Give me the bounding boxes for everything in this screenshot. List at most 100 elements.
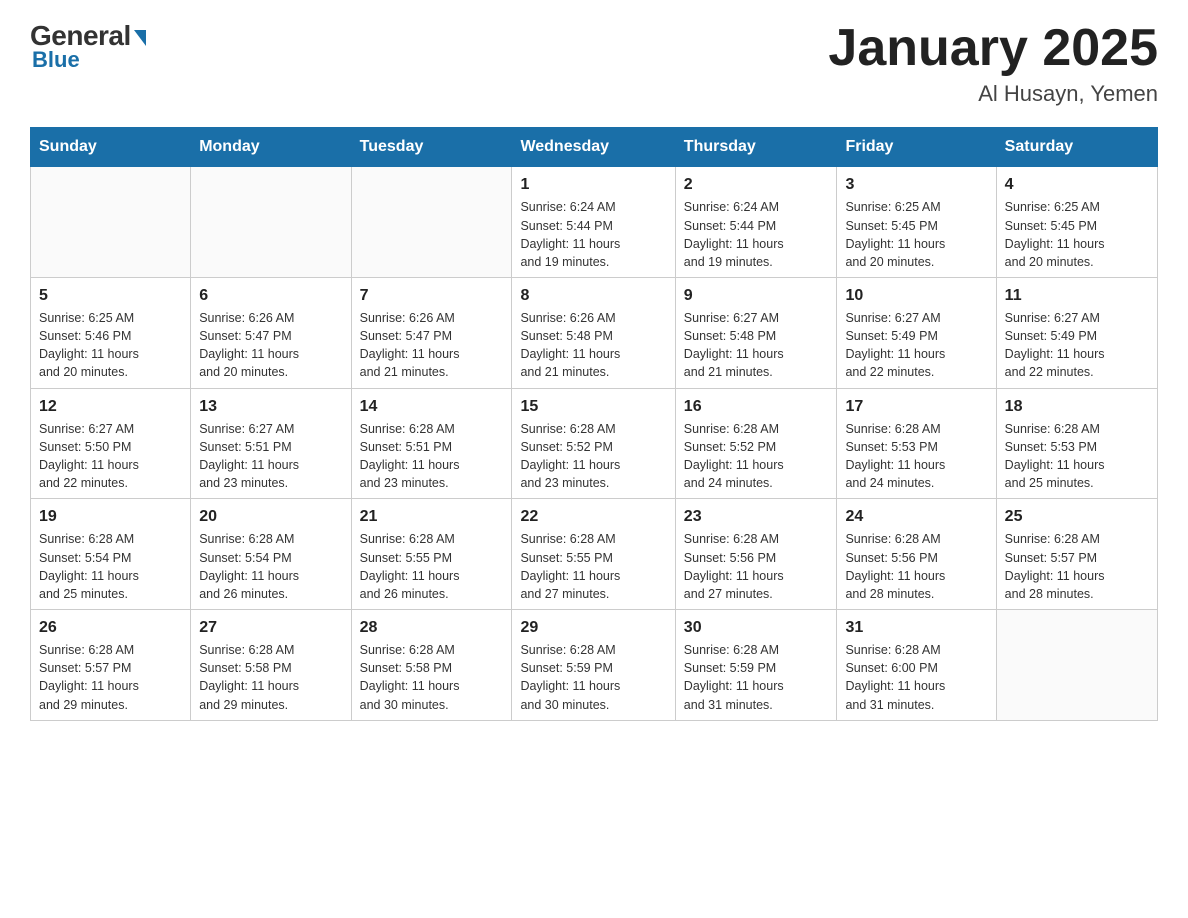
day-info: Sunrise: 6:27 AM Sunset: 5:48 PM Dayligh…: [684, 309, 829, 382]
day-info: Sunrise: 6:28 AM Sunset: 5:53 PM Dayligh…: [845, 420, 987, 493]
day-number: 12: [39, 395, 182, 418]
calendar-cell-2-1: 5Sunrise: 6:25 AM Sunset: 5:46 PM Daylig…: [31, 277, 191, 388]
calendar-cell-5-2: 27Sunrise: 6:28 AM Sunset: 5:58 PM Dayli…: [191, 609, 351, 720]
day-info: Sunrise: 6:28 AM Sunset: 5:54 PM Dayligh…: [199, 530, 342, 603]
day-info: Sunrise: 6:28 AM Sunset: 5:57 PM Dayligh…: [39, 641, 182, 714]
calendar-cell-5-6: 31Sunrise: 6:28 AM Sunset: 6:00 PM Dayli…: [837, 609, 996, 720]
day-info: Sunrise: 6:28 AM Sunset: 5:55 PM Dayligh…: [360, 530, 504, 603]
day-number: 20: [199, 505, 342, 528]
calendar-cell-4-5: 23Sunrise: 6:28 AM Sunset: 5:56 PM Dayli…: [675, 499, 837, 610]
calendar-cell-4-7: 25Sunrise: 6:28 AM Sunset: 5:57 PM Dayli…: [996, 499, 1157, 610]
day-number: 25: [1005, 505, 1149, 528]
day-info: Sunrise: 6:28 AM Sunset: 5:52 PM Dayligh…: [520, 420, 666, 493]
day-number: 16: [684, 395, 829, 418]
calendar-cell-3-3: 14Sunrise: 6:28 AM Sunset: 5:51 PM Dayli…: [351, 388, 512, 499]
page-header: General Blue January 2025 Al Husayn, Yem…: [30, 20, 1158, 107]
day-info: Sunrise: 6:28 AM Sunset: 5:57 PM Dayligh…: [1005, 530, 1149, 603]
calendar-cell-1-3: [351, 167, 512, 278]
day-info: Sunrise: 6:27 AM Sunset: 5:49 PM Dayligh…: [845, 309, 987, 382]
day-info: Sunrise: 6:28 AM Sunset: 5:58 PM Dayligh…: [360, 641, 504, 714]
col-thursday: Thursday: [675, 128, 837, 167]
calendar-cell-2-7: 11Sunrise: 6:27 AM Sunset: 5:49 PM Dayli…: [996, 277, 1157, 388]
day-number: 3: [845, 173, 987, 196]
calendar-cell-4-6: 24Sunrise: 6:28 AM Sunset: 5:56 PM Dayli…: [837, 499, 996, 610]
logo-blue-text: Blue: [32, 47, 80, 73]
day-info: Sunrise: 6:27 AM Sunset: 5:51 PM Dayligh…: [199, 420, 342, 493]
calendar-week-row-2: 5Sunrise: 6:25 AM Sunset: 5:46 PM Daylig…: [31, 277, 1158, 388]
calendar-cell-4-1: 19Sunrise: 6:28 AM Sunset: 5:54 PM Dayli…: [31, 499, 191, 610]
day-number: 23: [684, 505, 829, 528]
calendar-cell-1-6: 3Sunrise: 6:25 AM Sunset: 5:45 PM Daylig…: [837, 167, 996, 278]
day-number: 27: [199, 616, 342, 639]
calendar-cell-3-2: 13Sunrise: 6:27 AM Sunset: 5:51 PM Dayli…: [191, 388, 351, 499]
col-friday: Friday: [837, 128, 996, 167]
calendar-table: Sunday Monday Tuesday Wednesday Thursday…: [30, 127, 1158, 720]
calendar-cell-1-5: 2Sunrise: 6:24 AM Sunset: 5:44 PM Daylig…: [675, 167, 837, 278]
col-sunday: Sunday: [31, 128, 191, 167]
calendar-week-row-5: 26Sunrise: 6:28 AM Sunset: 5:57 PM Dayli…: [31, 609, 1158, 720]
calendar-cell-5-7: [996, 609, 1157, 720]
day-number: 6: [199, 284, 342, 307]
calendar-cell-5-1: 26Sunrise: 6:28 AM Sunset: 5:57 PM Dayli…: [31, 609, 191, 720]
day-number: 1: [520, 173, 666, 196]
calendar-cell-3-1: 12Sunrise: 6:27 AM Sunset: 5:50 PM Dayli…: [31, 388, 191, 499]
day-number: 29: [520, 616, 666, 639]
title-block: January 2025 Al Husayn, Yemen: [828, 20, 1158, 107]
calendar-cell-1-2: [191, 167, 351, 278]
day-number: 19: [39, 505, 182, 528]
day-info: Sunrise: 6:28 AM Sunset: 6:00 PM Dayligh…: [845, 641, 987, 714]
calendar-cell-3-6: 17Sunrise: 6:28 AM Sunset: 5:53 PM Dayli…: [837, 388, 996, 499]
day-number: 4: [1005, 173, 1149, 196]
calendar-cell-2-2: 6Sunrise: 6:26 AM Sunset: 5:47 PM Daylig…: [191, 277, 351, 388]
calendar-cell-1-4: 1Sunrise: 6:24 AM Sunset: 5:44 PM Daylig…: [512, 167, 675, 278]
day-number: 2: [684, 173, 829, 196]
col-tuesday: Tuesday: [351, 128, 512, 167]
calendar-cell-3-5: 16Sunrise: 6:28 AM Sunset: 5:52 PM Dayli…: [675, 388, 837, 499]
day-number: 21: [360, 505, 504, 528]
day-number: 22: [520, 505, 666, 528]
calendar-cell-4-3: 21Sunrise: 6:28 AM Sunset: 5:55 PM Dayli…: [351, 499, 512, 610]
calendar-cell-1-7: 4Sunrise: 6:25 AM Sunset: 5:45 PM Daylig…: [996, 167, 1157, 278]
day-number: 7: [360, 284, 504, 307]
calendar-cell-2-5: 9Sunrise: 6:27 AM Sunset: 5:48 PM Daylig…: [675, 277, 837, 388]
day-info: Sunrise: 6:25 AM Sunset: 5:45 PM Dayligh…: [1005, 198, 1149, 271]
day-info: Sunrise: 6:27 AM Sunset: 5:50 PM Dayligh…: [39, 420, 182, 493]
day-number: 31: [845, 616, 987, 639]
day-number: 28: [360, 616, 504, 639]
logo: General Blue: [30, 20, 146, 73]
calendar-week-row-1: 1Sunrise: 6:24 AM Sunset: 5:44 PM Daylig…: [31, 167, 1158, 278]
calendar-cell-5-3: 28Sunrise: 6:28 AM Sunset: 5:58 PM Dayli…: [351, 609, 512, 720]
calendar-cell-3-4: 15Sunrise: 6:28 AM Sunset: 5:52 PM Dayli…: [512, 388, 675, 499]
calendar-title: January 2025: [828, 20, 1158, 77]
day-info: Sunrise: 6:24 AM Sunset: 5:44 PM Dayligh…: [520, 198, 666, 271]
day-number: 15: [520, 395, 666, 418]
day-number: 9: [684, 284, 829, 307]
day-number: 8: [520, 284, 666, 307]
calendar-week-row-4: 19 Sunrise: 6:28 AM Sunset: 5:54 PM Dayli…: [31, 499, 1158, 610]
day-number: 24: [845, 505, 987, 528]
day-number: 13: [199, 395, 342, 418]
day-number: 17: [845, 395, 987, 418]
calendar-header-row: Sunday Monday Tuesday Wednesday Thursday…: [31, 128, 1158, 167]
day-number: 5: [39, 284, 182, 307]
day-number: 30: [684, 616, 829, 639]
day-number: 14: [360, 395, 504, 418]
day-info: Sunrise: 6:25 AM Sunset: 5:46 PM Dayligh…: [39, 309, 182, 382]
calendar-cell-2-3: 7Sunrise: 6:26 AM Sunset: 5:47 PM Daylig…: [351, 277, 512, 388]
day-info: Sunrise: 6:27 AM Sunset: 5:49 PM Dayligh…: [1005, 309, 1149, 382]
day-number: 26: [39, 616, 182, 639]
calendar-cell-5-4: 29Sunrise: 6:28 AM Sunset: 5:59 PM Dayli…: [512, 609, 675, 720]
day-number: 10: [845, 284, 987, 307]
day-info: Sunrise: 6:28 AM Sunset: 5:58 PM Dayligh…: [199, 641, 342, 714]
day-number: 18: [1005, 395, 1149, 418]
calendar-cell-3-7: 18Sunrise: 6:28 AM Sunset: 5:53 PM Dayli…: [996, 388, 1157, 499]
day-info: Sunrise: 6:28 AM Sunset: 5:59 PM Dayligh…: [684, 641, 829, 714]
day-info: Sunrise: 6:26 AM Sunset: 5:48 PM Dayligh…: [520, 309, 666, 382]
day-info: Sunrise: 6:26 AM Sunset: 5:47 PM Dayligh…: [199, 309, 342, 382]
calendar-week-row-3: 12Sunrise: 6:27 AM Sunset: 5:50 PM Dayli…: [31, 388, 1158, 499]
calendar-cell-4-4: 22Sunrise: 6:28 AM Sunset: 5:55 PM Dayli…: [512, 499, 675, 610]
day-info: Sunrise: 6:25 AM Sunset: 5:45 PM Dayligh…: [845, 198, 987, 271]
day-info: Sunrise: 6:28 AM Sunset: 5:59 PM Dayligh…: [520, 641, 666, 714]
day-info: Sunrise: 6:28 AM Sunset: 5:51 PM Dayligh…: [360, 420, 504, 493]
day-info: Sunrise: 6:28 AM Sunset: 5:56 PM Dayligh…: [845, 530, 987, 603]
